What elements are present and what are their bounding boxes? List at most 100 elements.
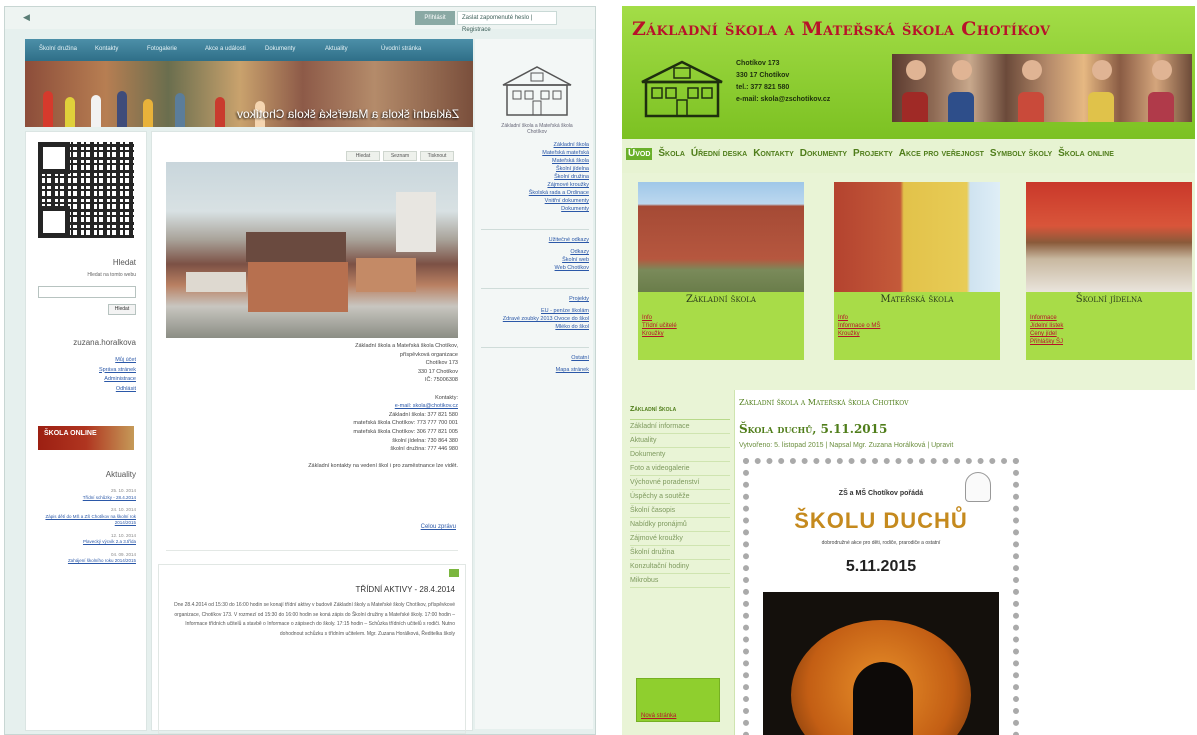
card-title[interactable]: Mateřská škola <box>834 294 1000 305</box>
sidebar-item[interactable]: Foto a videogalerie <box>630 462 730 476</box>
nav-item[interactable]: Projekty <box>853 148 893 160</box>
banner-title: Základní škola a Mateřská škola Chotíkov <box>236 107 459 121</box>
halloween-illustration <box>763 592 999 735</box>
menu-item[interactable]: Dokumenty <box>481 205 589 213</box>
nav-item[interactable]: Úvodní stránka <box>381 46 421 52</box>
address-block: Základní škola a Mateřská škola Chotíkov… <box>308 343 458 470</box>
cat-silhouette <box>853 662 913 735</box>
menu-item[interactable]: Školní web <box>481 256 589 264</box>
site-header: Základní škola a Mateřská škola Chotíkov… <box>622 6 1195 139</box>
event-poster: ZŠ a MŠ Chotíkov pořádá ŠKOLU DUCHŮ dobr… <box>743 458 1019 735</box>
user-link[interactable]: Administrace <box>99 375 136 385</box>
card-links: Informace Jídelní lístek Ceny jídel Přih… <box>1030 315 1064 345</box>
sidebar-item[interactable]: Úspěchy a soutěže <box>630 490 730 504</box>
card-skolni-jidelna[interactable]: Školní jídelna Informace Jídelní lístek … <box>1026 182 1192 360</box>
search-input[interactable] <box>38 286 136 298</box>
menu-item[interactable]: Mléko do škol <box>481 323 589 331</box>
sidebar-item[interactable]: Základní informace <box>630 420 730 434</box>
back-arrow-icon[interactable]: ◀ <box>23 12 30 23</box>
nav-item[interactable]: Fotogalerie <box>147 46 177 52</box>
sidebar-item[interactable]: Výchovné poradenství <box>630 476 730 490</box>
nav-item[interactable]: Škola <box>658 148 685 160</box>
news-list: 25. 10. 2014 Třídní schůzky - 28.4.2014 … <box>45 488 136 563</box>
menu-item[interactable]: EU - peníze školám <box>481 307 589 315</box>
article-area: Základní škola a Mateřská škola Chotíkov… <box>734 390 1195 735</box>
site-title[interactable]: Základní škola a Mateřská škola Chotíkov <box>632 18 1050 40</box>
logo-caption: Základní škola a Mateřská škola Chotíkov <box>501 123 573 135</box>
nav-item[interactable]: Kontakty <box>753 148 794 160</box>
qr-code <box>38 142 134 238</box>
skola-online-badge[interactable]: ŠKOLA ONLINE <box>38 426 134 450</box>
menu-item[interactable]: Web Chotíkov <box>481 264 589 272</box>
menu-item[interactable]: Mateřská mateřská <box>481 149 589 157</box>
card-photo <box>1026 182 1192 292</box>
legacy-menu: Základní škola Mateřská mateřská Mateřsk… <box>481 141 589 374</box>
card-photo <box>638 182 804 292</box>
tab-hledat[interactable]: Hledat <box>346 151 380 161</box>
sidebar-item[interactable]: Dokumenty <box>630 448 730 462</box>
sidebar-item[interactable]: Konzultační hodiny <box>630 560 730 574</box>
content-tabs: Hledat Seznam Tisknout <box>343 144 454 161</box>
menu-item[interactable]: Zdravé zoubky 2013 Ovoce do škol <box>481 315 589 323</box>
search-title: Hledat <box>112 258 136 267</box>
section-heading-odkazy: Užitečné odkazy <box>481 229 589 244</box>
legacy-banner-photo: Základní škola a Mateřská škola Chotíkov <box>25 61 473 127</box>
menu-item[interactable]: Základní škola <box>481 141 589 149</box>
search-hint: Hledat na tomto webu <box>87 272 136 278</box>
promo-box[interactable]: Nová stránka <box>636 678 720 722</box>
nav-item[interactable]: Úřední deska <box>691 148 747 160</box>
login-links[interactable]: Zaslat zapomenuté heslo | Registrace <box>457 11 557 33</box>
breadcrumb[interactable]: Základní škola a Mateřská škola Chotíkov <box>739 398 908 407</box>
sidebar-heading: Základní škola <box>630 406 730 420</box>
user-link[interactable]: Odhlásit <box>99 385 136 395</box>
sidebar-item[interactable]: Nabídky pronájmů <box>630 518 730 532</box>
card-zakladni-skola[interactable]: Základní škola Info Třídní učitelé Krouž… <box>638 182 804 360</box>
school-aerial-photo <box>166 162 458 338</box>
card-title[interactable]: Školní jídelna <box>1026 294 1192 305</box>
menu-item[interactable]: Mateřská škola <box>481 157 589 165</box>
legacy-content: Hledat Seznam Tisknout Základní škola a Ma… <box>151 131 473 734</box>
card-title[interactable]: Základní škola <box>638 294 804 305</box>
menu-item[interactable]: Školská rada a Ordinace <box>481 189 589 197</box>
nav-item[interactable]: Akce pro veřejnost <box>899 148 984 160</box>
user-link[interactable]: Správa stránek <box>99 366 136 376</box>
menu-item[interactable]: Zájmové kroužky <box>481 181 589 189</box>
sidebar-item[interactable]: Školní časopis <box>630 504 730 518</box>
card-links: Info Informace o MŠ Kroužky <box>838 315 881 337</box>
menu-item[interactable]: Vnitřní dokumenty <box>481 197 589 205</box>
sidebar-item[interactable]: Aktuality <box>630 434 730 448</box>
nav-item[interactable]: Akce a události <box>205 46 246 52</box>
user-link[interactable]: Můj účet <box>99 356 136 366</box>
login-button[interactable]: Přihlásit <box>415 11 455 25</box>
school-building-logo <box>641 60 723 118</box>
sidebar-item[interactable]: Mikrobus <box>630 574 730 588</box>
legacy-main-nav: Školní družina Kontakty Fotogalerie Akce… <box>25 39 473 61</box>
nav-item[interactable]: Škola online <box>1058 148 1114 160</box>
sidebar-item[interactable]: Školní družina <box>630 546 730 560</box>
card-photo <box>834 182 1000 292</box>
menu-item[interactable]: Školní družina <box>481 173 589 181</box>
sidebar-item[interactable]: Zájmové kroužky <box>630 532 730 546</box>
print-icon[interactable] <box>449 569 459 577</box>
menu-item[interactable]: Odkazy <box>481 248 589 256</box>
search-button[interactable]: Hledat <box>108 304 136 315</box>
nav-item-uvod[interactable]: Úvod <box>626 148 653 160</box>
nav-item[interactable]: Školní družina <box>39 46 77 52</box>
promo-link[interactable]: Nová stránka <box>641 713 676 719</box>
read-more-link[interactable]: Celou zprávu <box>421 524 456 530</box>
main-nav: Úvod Škola Úřední deska Kontakty Dokumenty Pr… <box>622 139 1195 173</box>
tab-tisknout[interactable]: Tisknout <box>420 151 454 161</box>
article-title[interactable]: TŘÍDNÍ AKTIVY - 28.4.2014 <box>356 585 455 594</box>
menu-item[interactable]: Mapa stránek <box>481 366 589 374</box>
ghost-icon <box>965 472 991 502</box>
card-materska-skola[interactable]: Mateřská škola Info Informace o MŠ Krouž… <box>834 182 1000 360</box>
nav-item[interactable]: Dokumenty <box>265 46 295 52</box>
tab-seznam[interactable]: Seznam <box>383 151 417 161</box>
school-building-logo <box>502 66 572 116</box>
menu-item[interactable]: Školní jídelna <box>481 165 589 173</box>
nav-item[interactable]: Kontakty <box>95 46 118 52</box>
nav-item[interactable]: Dokumenty <box>800 148 847 160</box>
page-title: Škola duchů, 5.11.2015 <box>739 422 888 436</box>
nav-item[interactable]: Symboly školy <box>990 148 1052 160</box>
nav-item[interactable]: Aktuality <box>325 46 348 52</box>
